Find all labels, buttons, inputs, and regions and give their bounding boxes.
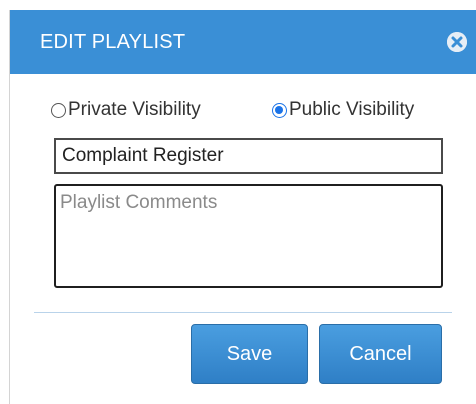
radio-private-label: Private Visibility xyxy=(68,99,201,120)
playlist-name-input[interactable] xyxy=(54,138,443,174)
close-button[interactable] xyxy=(447,32,467,52)
radio-private-circle[interactable] xyxy=(51,102,66,118)
dialog-header: EDIT PLAYLIST xyxy=(10,10,476,74)
footer-divider xyxy=(34,312,452,313)
edit-playlist-dialog: EDIT PLAYLIST Private Visibility Public … xyxy=(9,10,476,404)
radio-public-label: Public Visibility xyxy=(289,99,415,120)
save-button[interactable]: Save xyxy=(191,324,308,384)
radio-public-circle[interactable] xyxy=(272,102,287,118)
close-icon xyxy=(447,32,467,52)
radio-public-visibility[interactable]: Public Visibility xyxy=(272,99,414,121)
dialog-title: EDIT PLAYLIST xyxy=(40,31,186,53)
radio-private-visibility[interactable]: Private Visibility xyxy=(51,99,201,121)
cancel-button[interactable]: Cancel xyxy=(319,324,442,384)
playlist-comments-textarea[interactable] xyxy=(54,184,443,288)
